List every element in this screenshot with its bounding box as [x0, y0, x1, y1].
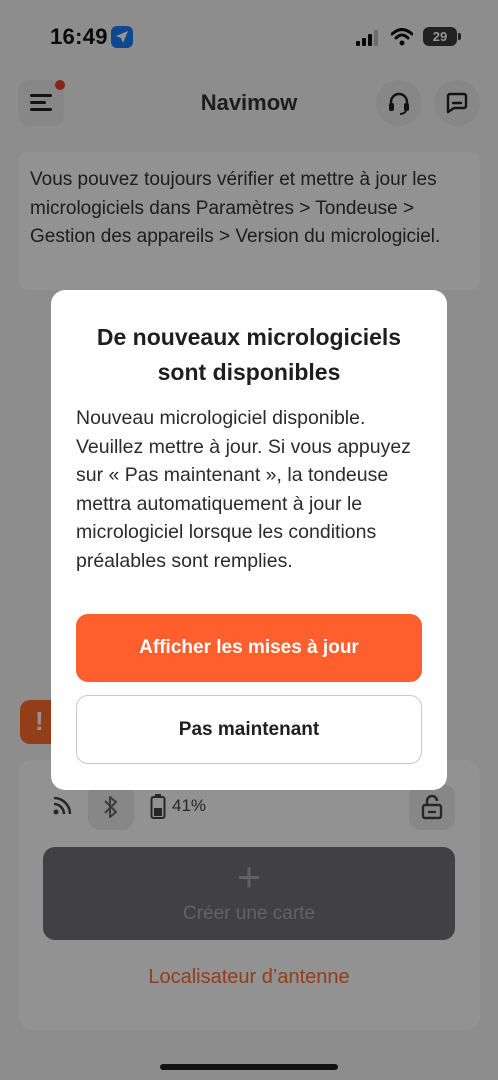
- dialog-message: Nouveau micrologiciel disponible. Veuill…: [76, 407, 411, 572]
- home-indicator: [160, 1064, 338, 1070]
- not-now-button[interactable]: Pas maintenant: [76, 695, 422, 764]
- dialog-title: De nouveaux micrologiciels sont disponib…: [96, 324, 402, 385]
- firmware-update-dialog: De nouveaux micrologiciels sont disponib…: [51, 290, 447, 790]
- view-updates-button[interactable]: Afficher les mises à jour: [76, 614, 422, 682]
- app-screen: 16:49 29 Navimow Vous pouvez toujours vé…: [0, 0, 498, 1080]
